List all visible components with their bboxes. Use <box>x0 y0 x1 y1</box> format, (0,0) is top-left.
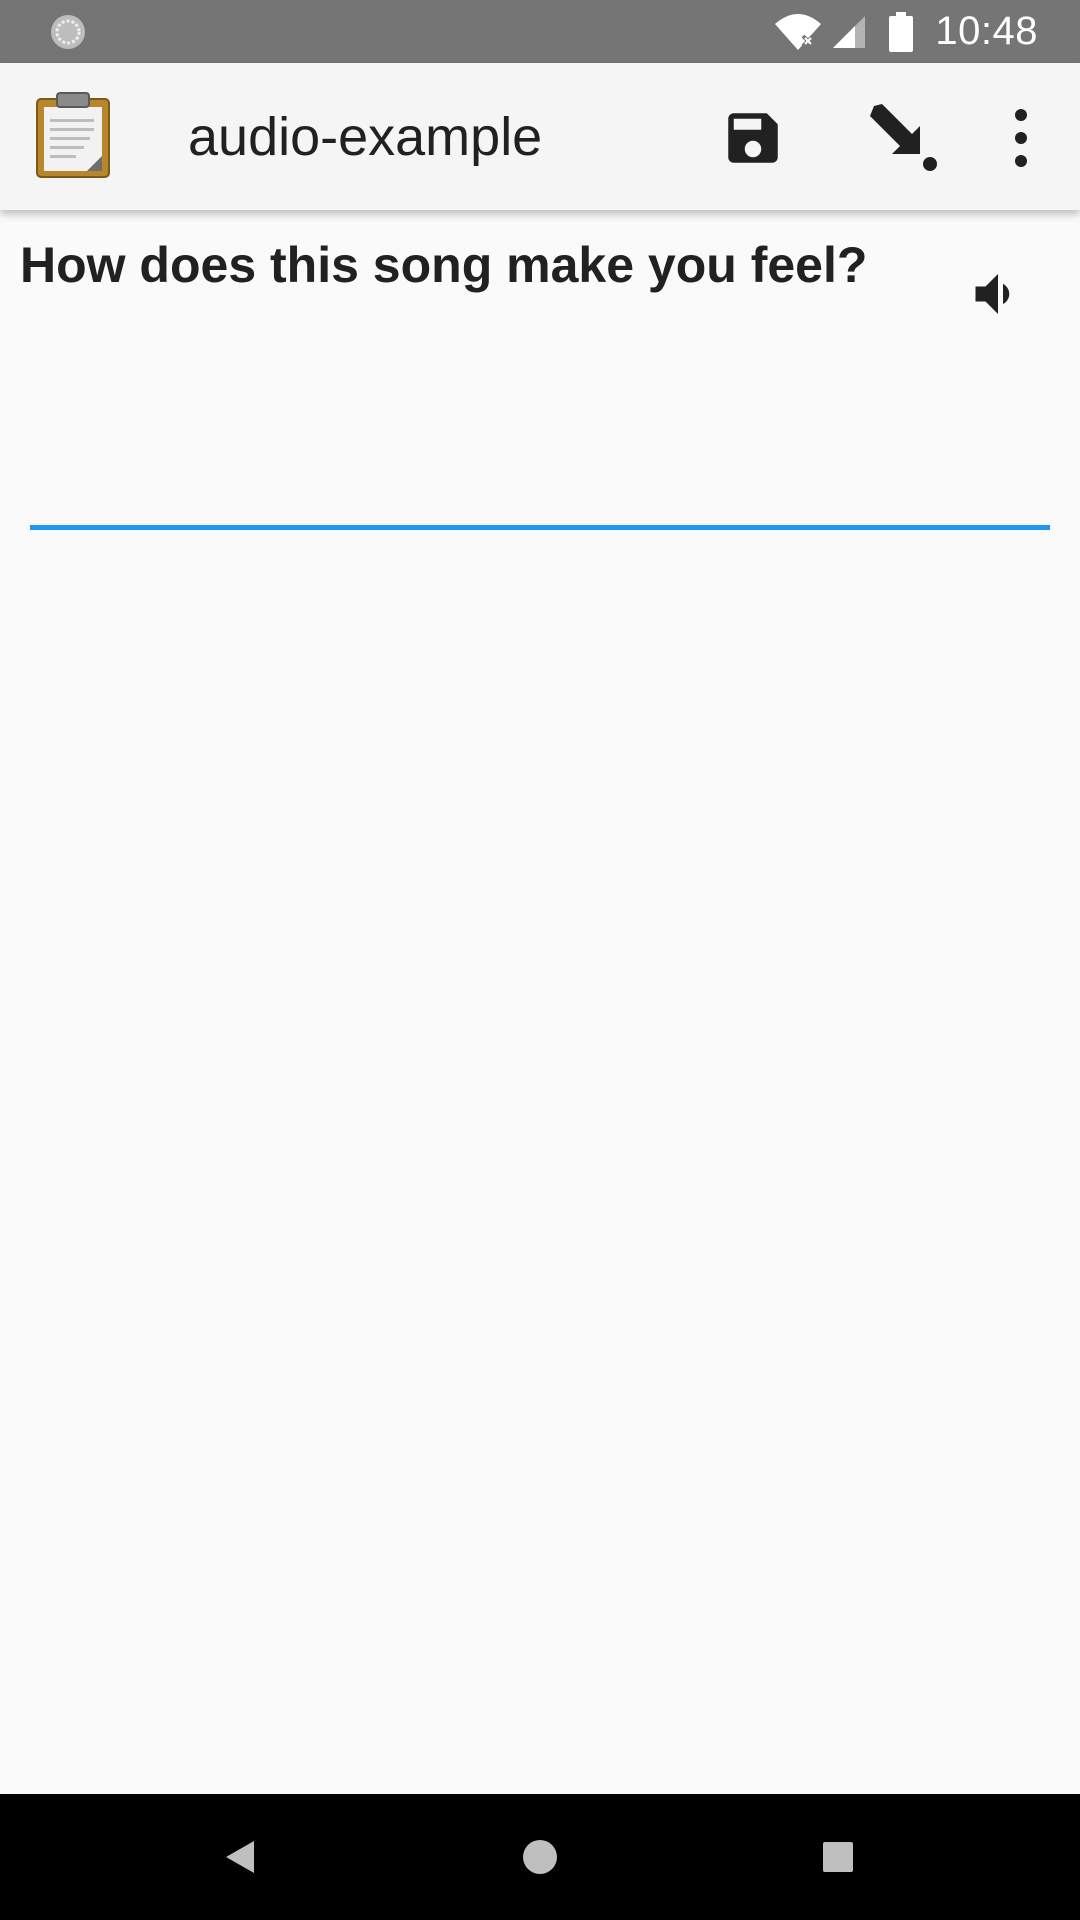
status-icons: 10:48 <box>773 0 1080 63</box>
sync-icon <box>51 15 85 49</box>
form-content: How does this song make you feel? <box>0 210 1080 1794</box>
answer-input[interactable] <box>30 470 1050 530</box>
more-vert-icon <box>1015 109 1027 167</box>
app-title: audio-example <box>188 107 543 167</box>
more-options-button[interactable] <box>976 93 1066 183</box>
back-icon <box>226 1841 254 1873</box>
question-label: How does this song make you feel? <box>20 237 868 293</box>
home-icon <box>523 1840 557 1874</box>
recents-button[interactable] <box>803 1822 873 1892</box>
play-audio-button[interactable] <box>960 256 1036 332</box>
recents-icon <box>823 1842 853 1872</box>
goto-icon <box>870 104 937 171</box>
back-button[interactable] <box>205 1822 275 1892</box>
home-button[interactable] <box>505 1822 575 1892</box>
signal-icon <box>833 15 866 48</box>
navigation-bar <box>0 1794 1080 1920</box>
save-button[interactable] <box>708 93 798 183</box>
status-time: 10:48 <box>935 9 1038 53</box>
status-bar: 10:48 <box>0 0 1080 63</box>
wifi-icon <box>775 13 822 50</box>
volume-icon <box>975 274 1010 314</box>
app-bar: audio-example <box>0 63 1080 210</box>
battery-icon <box>889 11 914 52</box>
clipboard-logo-icon <box>36 92 110 178</box>
goto-button[interactable] <box>857 93 947 183</box>
save-icon <box>728 113 778 163</box>
